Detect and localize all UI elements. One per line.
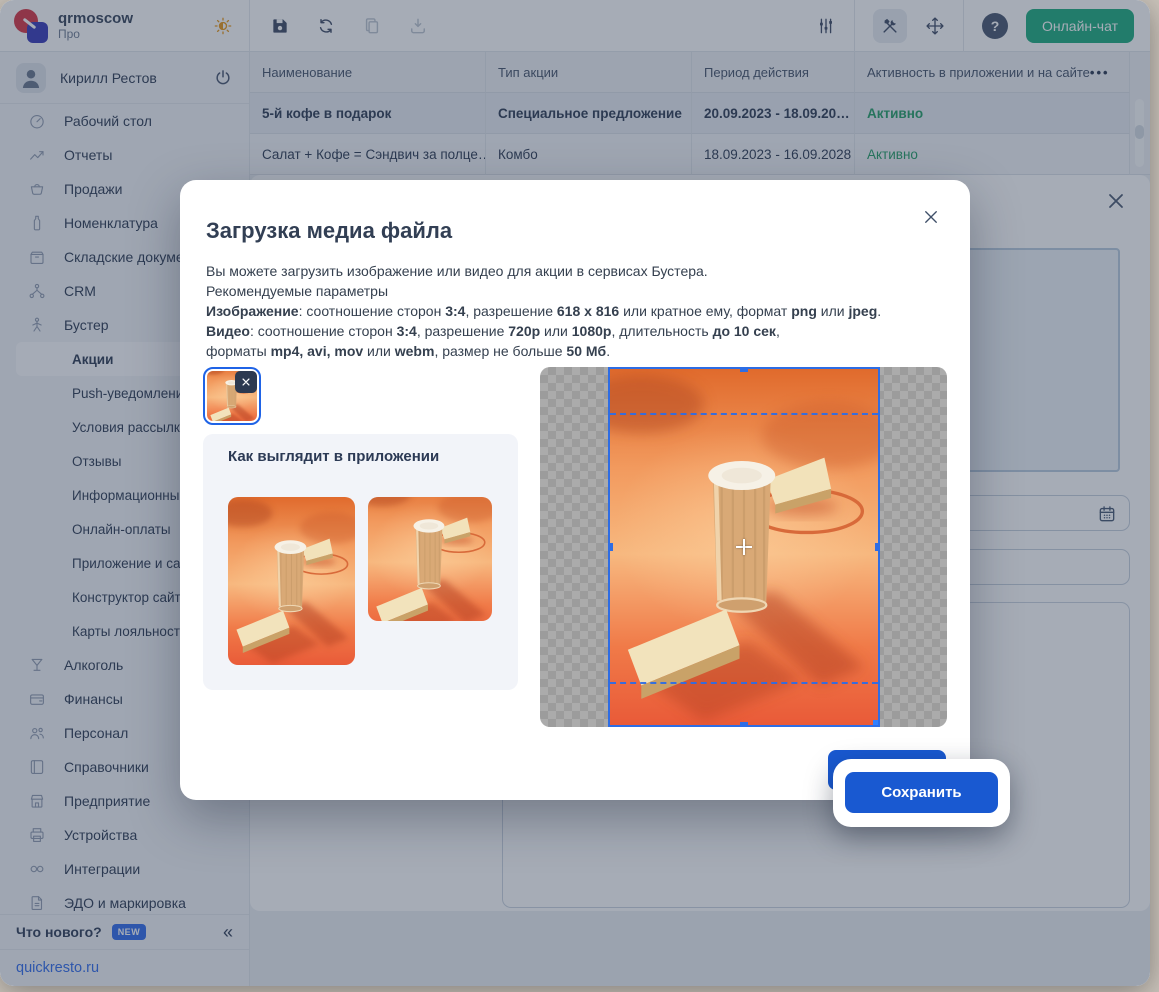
app-preview-card: Как выглядит в приложении bbox=[203, 434, 518, 690]
preview-square-image bbox=[368, 497, 492, 621]
crop-handle-top[interactable] bbox=[740, 367, 748, 372]
media-upload-modal: Загрузка медиа файла Вы можете загрузить… bbox=[180, 180, 970, 800]
crop-handle-right[interactable] bbox=[875, 543, 880, 551]
crop-image[interactable] bbox=[608, 367, 880, 727]
remove-media-icon[interactable] bbox=[235, 371, 257, 393]
app-window: qrmoscow Про bbox=[0, 0, 1150, 986]
crop-guide-bottom bbox=[610, 682, 878, 684]
modal-title: Загрузка медиа файла bbox=[206, 218, 452, 244]
modal-description-line: Видео: соотношение сторон 3:4, разрешени… bbox=[206, 321, 926, 341]
tour-highlight-card: Сохранить bbox=[833, 759, 1010, 827]
preview-title: Как выглядит в приложении bbox=[228, 448, 439, 465]
crop-handle-corner[interactable] bbox=[873, 720, 880, 727]
modal-description-line: Вы можете загрузить изображение или виде… bbox=[206, 261, 926, 281]
crop-editor bbox=[540, 367, 947, 727]
save-button-highlighted[interactable]: Сохранить bbox=[845, 772, 998, 813]
crop-handle-left[interactable] bbox=[608, 543, 613, 551]
crop-center-crosshair-icon bbox=[736, 539, 752, 555]
crop-guide-top bbox=[610, 413, 878, 415]
modal-close-icon[interactable] bbox=[922, 208, 940, 226]
modal-description-line: форматы mp4, avi, mov или webm, размер н… bbox=[206, 341, 926, 361]
uploaded-media-thumbnail[interactable] bbox=[203, 367, 261, 425]
modal-description-line: Изображение: соотношение сторон 3:4, раз… bbox=[206, 301, 926, 321]
modal-description: Вы можете загрузить изображение или виде… bbox=[206, 261, 926, 361]
crop-handle-bottom[interactable] bbox=[740, 722, 748, 727]
modal-description-line: Рекомендуемые параметры bbox=[206, 281, 926, 301]
preview-images bbox=[228, 497, 492, 665]
preview-portrait-image bbox=[228, 497, 355, 665]
